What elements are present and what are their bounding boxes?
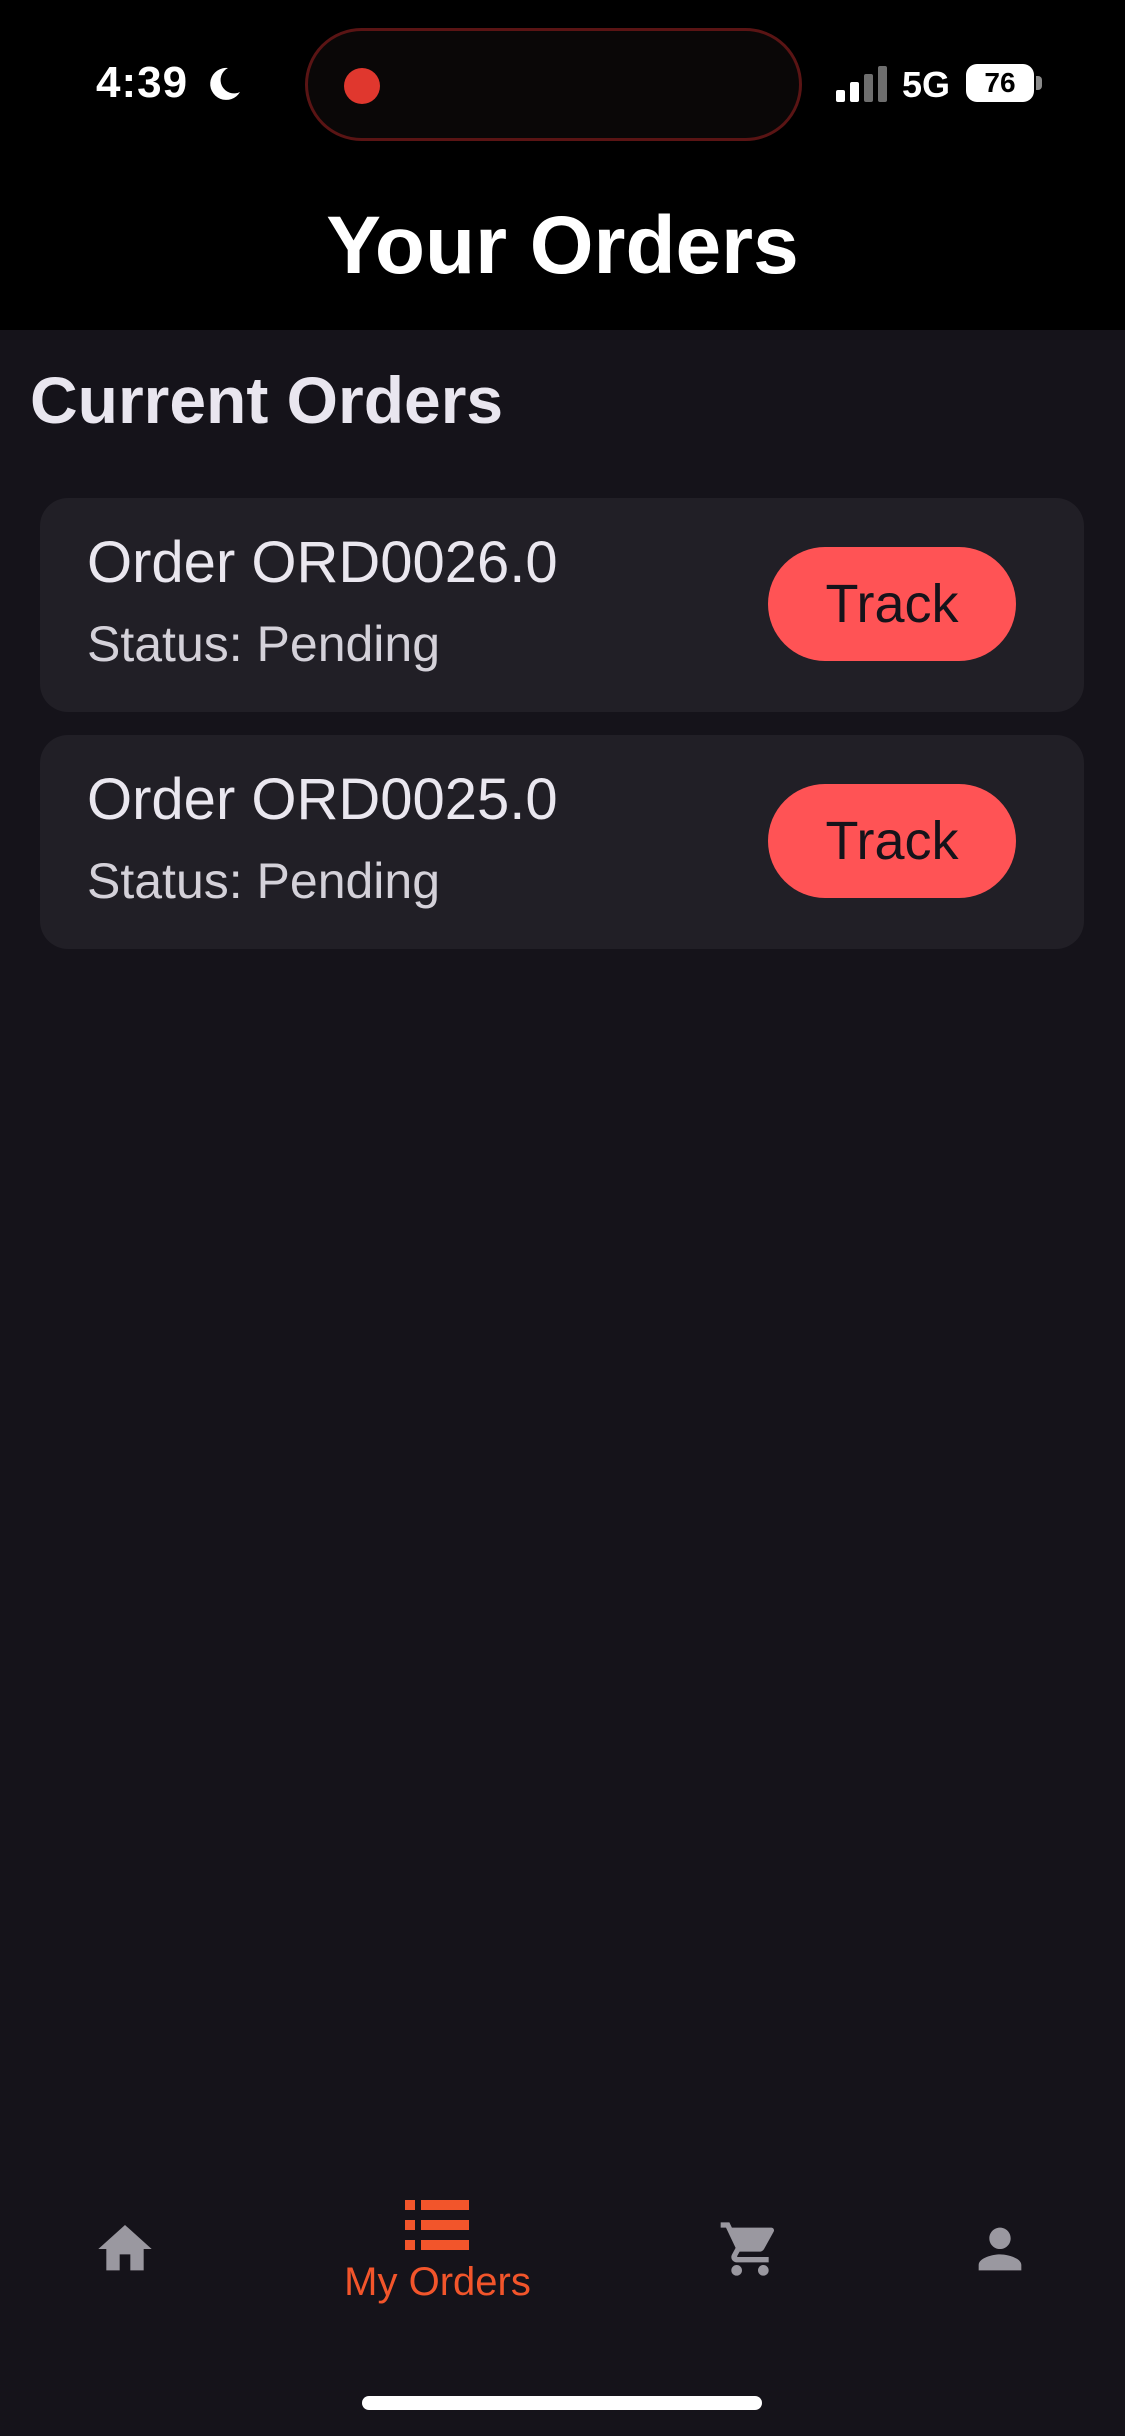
nav-item-home[interactable] [60, 2180, 190, 2330]
nav-item-cart[interactable] [685, 2180, 815, 2330]
battery-level: 76 [984, 67, 1016, 98]
order-card: Order ORD0026.0 Status: Pending Track [40, 498, 1084, 712]
order-title: Order ORD0025.0 [87, 767, 558, 832]
home-indicator[interactable] [362, 2396, 762, 2410]
order-status: Status: Pending [87, 616, 441, 672]
cellular-signal-icon [836, 66, 887, 102]
track-button[interactable]: Track [768, 547, 1016, 661]
nav-item-profile[interactable] [935, 2180, 1065, 2330]
section-title: Current Orders [30, 363, 504, 437]
moon-icon [210, 67, 240, 100]
person-icon [978, 2227, 1022, 2271]
cart-icon [720, 2222, 775, 2276]
orders-screen: 4:39 5G 76 Your Orders Current Orders Or… [0, 0, 1125, 2436]
nav-item-my-orders[interactable]: My Orders [320, 2180, 555, 2330]
battery-icon: 76 [966, 64, 1042, 102]
top-bar: 4:39 5G 76 Your Orders [0, 0, 1125, 330]
nav-label-my-orders: My Orders [344, 2260, 531, 2304]
list-icon [405, 2200, 469, 2250]
page-title: Your Orders [326, 200, 799, 291]
dynamic-island [305, 28, 802, 141]
status-time: 4:39 [96, 58, 189, 107]
order-card: Order ORD0025.0 Status: Pending Track [40, 735, 1084, 949]
bottom-nav: My Orders [0, 2180, 1125, 2360]
network-type: 5G [902, 64, 951, 105]
order-title: Order ORD0026.0 [87, 530, 558, 595]
battery-tip [1036, 76, 1042, 90]
order-status: Status: Pending [87, 853, 441, 909]
recording-indicator-icon [344, 68, 380, 104]
home-icon [98, 2225, 152, 2271]
track-button[interactable]: Track [768, 784, 1016, 898]
